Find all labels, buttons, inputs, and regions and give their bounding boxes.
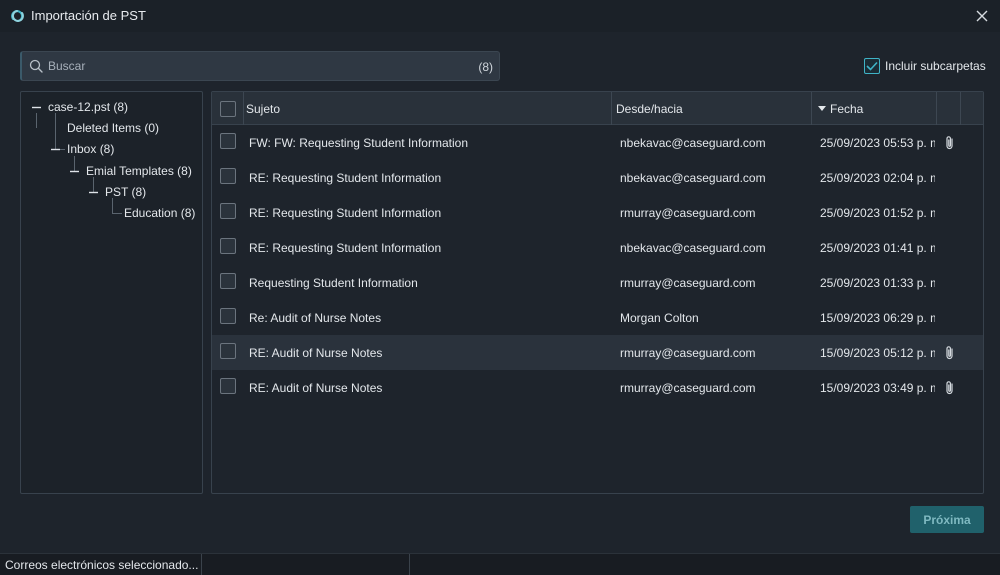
checkmark-icon (866, 61, 878, 71)
paperclip-icon (946, 136, 953, 150)
tree-node-education[interactable]: Education (8) (124, 204, 195, 222)
column-header-label: Desde/hacia (616, 101, 683, 116)
row-checkbox[interactable] (220, 308, 236, 324)
paperclip-icon (946, 346, 953, 360)
column-header-subject[interactable]: Sujeto (244, 92, 612, 125)
date-cell: 25/09/2023 01:41 p. m. (820, 240, 935, 255)
tree-node-label: Inbox (8) (67, 142, 115, 156)
checkbox-checked[interactable] (864, 58, 880, 74)
title-bar: Importación de PST (0, 0, 1000, 32)
status-bar: Correos electrónicos seleccionado... (0, 553, 1000, 575)
tree-node-label: Emial Templates (8) (86, 164, 192, 178)
status-segment (202, 554, 410, 575)
minus-icon[interactable] (89, 188, 98, 197)
tree-node-email-templates[interactable]: Emial Templates (8) (70, 162, 192, 180)
table-header: Sujeto Desde/hacia Fecha (212, 92, 983, 125)
date-cell: 25/09/2023 02:04 p. m. (820, 170, 935, 185)
from-to-cell: nbekavac@caseguard.com (620, 170, 766, 185)
from-to-cell: rmurray@caseguard.com (620, 205, 756, 220)
date-cell: 25/09/2023 01:33 p. m. (820, 275, 935, 290)
table-row[interactable]: Requesting Student Information rmurray@ca… (212, 265, 983, 300)
row-checkbox[interactable] (220, 238, 236, 254)
table-row[interactable]: RE: Requesting Student Information nbekav… (212, 230, 983, 265)
column-header-attachment[interactable] (937, 92, 961, 125)
tree-node-label: Deleted Items (0) (67, 121, 160, 135)
minus-icon[interactable] (70, 167, 79, 176)
tree-node-label: Education (8) (124, 206, 196, 220)
column-header-label: Fecha (830, 101, 864, 116)
date-cell: 25/09/2023 05:53 p. m. (820, 135, 935, 150)
minus-icon[interactable] (51, 145, 60, 154)
table-row[interactable]: RE: Audit of Nurse Notes rmurray@caseguar… (212, 370, 983, 405)
tree-connector (112, 213, 122, 214)
search-input[interactable] (48, 52, 468, 80)
select-all-cell (212, 92, 244, 125)
include-subfolders-label: Incluir subcarpetas (885, 59, 986, 73)
date-cell: 25/09/2023 01:52 p. m. (820, 205, 935, 220)
sort-desc-icon (818, 106, 826, 111)
folder-tree: case-12.pst (8) Deleted Items (0) Inbox … (20, 91, 203, 494)
date-cell: 15/09/2023 05:12 p. m. (820, 345, 935, 360)
subject-cell: RE: Audit of Nurse Notes (249, 380, 383, 395)
from-to-cell: nbekavac@caseguard.com (620, 135, 766, 150)
date-cell: 15/09/2023 06:29 p. m. (820, 310, 935, 325)
close-button[interactable] (972, 6, 992, 26)
subject-cell: RE: Audit of Nurse Notes (249, 345, 383, 360)
from-to-cell: Morgan Colton (620, 310, 699, 325)
next-button[interactable]: Próxima (910, 506, 984, 533)
from-to-cell: nbekavac@caseguard.com (620, 240, 766, 255)
subject-cell: FW: FW: Requesting Student Information (249, 135, 468, 150)
from-to-cell: rmurray@caseguard.com (620, 380, 756, 395)
table-row[interactable]: RE: Requesting Student Information nbekav… (212, 160, 983, 195)
subject-cell: RE: Requesting Student Information (249, 205, 442, 220)
row-checkbox[interactable] (220, 133, 236, 149)
row-checkbox[interactable] (220, 273, 236, 289)
subject-cell: RE: Requesting Student Information (249, 240, 442, 255)
row-checkbox[interactable] (220, 168, 236, 184)
tree-node-inbox[interactable]: Inbox (8) (51, 140, 114, 158)
search-box: (8) (20, 51, 500, 81)
close-icon (976, 10, 988, 22)
tree-node-label: case-12.pst (8) (48, 100, 129, 114)
column-header-label: Sujeto (246, 101, 281, 116)
from-to-cell: rmurray@caseguard.com (620, 275, 756, 290)
search-result-count: (8) (478, 60, 493, 74)
include-subfolders-checkbox[interactable]: Incluir subcarpetas (864, 58, 986, 74)
table-row[interactable]: Re: Audit of Nurse Notes Morgan Colton 15/… (212, 300, 983, 335)
email-table: Sujeto Desde/hacia Fecha FW: FW: Request… (211, 91, 984, 494)
tree-node-root[interactable]: case-12.pst (8) (32, 98, 128, 116)
table-row[interactable]: RE: Audit of Nurse Notes rmurray@caseguar… (212, 335, 983, 370)
row-checkbox[interactable] (220, 378, 236, 394)
window-title: Importación de PST (31, 8, 146, 23)
paperclip-icon (946, 381, 953, 395)
row-checkbox[interactable] (220, 203, 236, 219)
tree-node-deleted-items[interactable]: Deleted Items (0) (67, 119, 159, 137)
tree-node-pst[interactable]: PST (8) (89, 183, 146, 201)
subject-cell: RE: Requesting Student Information (249, 170, 442, 185)
status-text: Correos electrónicos seleccionado... (5, 558, 199, 572)
select-all-checkbox[interactable] (219, 100, 236, 117)
date-cell: 15/09/2023 03:49 p. m. (820, 380, 935, 395)
search-icon (29, 59, 43, 73)
column-header-from-to[interactable]: Desde/hacia (612, 92, 812, 125)
subject-cell: Requesting Student Information (249, 275, 418, 290)
column-header-date[interactable]: Fecha (812, 92, 937, 125)
table-row[interactable]: FW: FW: Requesting Student Information nb… (212, 125, 983, 160)
from-to-cell: rmurray@caseguard.com (620, 345, 756, 360)
minus-icon[interactable] (32, 103, 41, 112)
row-checkbox[interactable] (220, 343, 236, 359)
subject-cell: Re: Audit of Nurse Notes (249, 310, 382, 325)
app-logo-icon (11, 10, 24, 22)
status-segment: Correos electrónicos seleccionado... (0, 554, 202, 575)
tree-node-label: PST (8) (105, 185, 147, 199)
table-row[interactable]: RE: Requesting Student Information rmurra… (212, 195, 983, 230)
